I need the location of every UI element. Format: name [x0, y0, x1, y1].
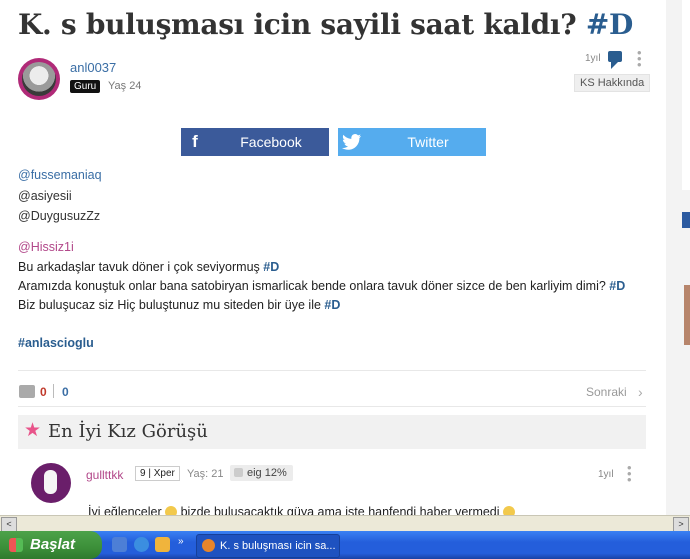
scroll-left-button[interactable]: < [1, 517, 17, 532]
answer-text: İyi eğlenceler bizde bulusacaktık güya a… [88, 505, 516, 515]
horizontal-scrollbar[interactable]: < > [0, 515, 690, 532]
avatar-image [22, 62, 56, 96]
twitter-label: Twitter [407, 134, 449, 150]
level-number: 9 [140, 468, 146, 479]
body-line-3-tag[interactable]: #D [324, 298, 340, 312]
twitter-icon [338, 128, 366, 156]
answer-text-2: bizde bulusacaktık güya ama iste hanfend… [177, 505, 504, 515]
best-answer-header: ★ En İyi Kız Görüşü [18, 415, 646, 449]
page: K. s buluşması icin sayili saat kaldı? #… [0, 0, 666, 515]
question-title: K. s buluşması icin sayili saat kaldı? #… [18, 8, 633, 41]
like-count[interactable]: 0 [40, 385, 47, 399]
body-line-1-tag[interactable]: #D [263, 260, 279, 274]
smile-icon [165, 506, 178, 515]
body-line-1: Bu arkadaşlar tavuk döner i çok seviyorm… [18, 260, 279, 274]
body-line-2: Aramızda konuştuk onlar bana satobiryan … [18, 279, 625, 293]
divider [18, 370, 646, 371]
mention-4[interactable]: @Hissiz1i [18, 240, 74, 254]
taskbar-window-title: K. s buluşması icin sa... [220, 540, 336, 552]
star-icon: ★ [24, 420, 42, 441]
more-icon[interactable]: • • • [627, 461, 632, 486]
next-link[interactable]: Sonraki [586, 385, 627, 399]
start-label: Başlat [30, 536, 76, 553]
answer-time: 1yıl [598, 469, 614, 480]
title-tag[interactable]: #D [586, 8, 633, 41]
mention-2[interactable]: @asiyesii [18, 189, 72, 203]
taskbar-window-button[interactable]: K. s buluşması icin sa... [196, 534, 340, 558]
quicklaunch-media-icon[interactable] [155, 537, 170, 552]
quicklaunch-ie-icon[interactable] [134, 537, 149, 552]
answer-level-badge: 9 | Xper [135, 466, 180, 481]
windows-flag-icon [9, 538, 23, 552]
percent-icon [234, 468, 243, 477]
vote-separator [53, 384, 54, 398]
hashtag[interactable]: #anlascioglu [18, 336, 94, 350]
smile-icon [503, 506, 516, 515]
taskbar: Başlat » K. s buluşması icin sa... [0, 531, 690, 559]
author-age: Yaş 24 [108, 80, 142, 92]
answer-age: Yaş: 21 [187, 468, 224, 480]
facebook-label: Facebook [240, 134, 302, 150]
avatar-image [44, 470, 57, 494]
quicklaunch-chevron[interactable]: » [178, 536, 184, 547]
right-panel-block [682, 0, 690, 190]
divider [18, 406, 646, 407]
right-panel-image[interactable] [684, 285, 690, 345]
answer-percent-badge: eig 12% [230, 465, 293, 481]
firefox-icon [202, 539, 215, 552]
twitter-share-button[interactable]: Twitter [338, 128, 486, 156]
author-badge: Guru [70, 80, 101, 93]
facebook-icon: f [192, 132, 198, 151]
best-answer-label: En İyi Kız Görüşü [48, 421, 208, 442]
chevron-right-icon[interactable]: › [638, 384, 643, 400]
question-time: 1yıl [585, 53, 601, 64]
body-line-3: Biz buluşucaz siz Hiç buluştunuz mu site… [18, 298, 340, 312]
body-line-3-text: Biz buluşucaz siz Hiç buluştunuz mu site… [18, 298, 325, 312]
author-username[interactable]: anl0037 [70, 60, 116, 75]
chat-icon[interactable] [608, 51, 622, 69]
percent-label: eig 12% [247, 467, 287, 479]
dislike-count[interactable]: 0 [62, 385, 69, 399]
body-line-1-text: Bu arkadaşlar tavuk döner i çok seviyorm… [18, 260, 264, 274]
body-line-2-text: Aramızda konuştuk onlar bana satobiryan … [18, 279, 610, 293]
start-button[interactable]: Başlat [0, 531, 102, 559]
answer-username[interactable]: gullttkk [86, 468, 123, 482]
answer-avatar[interactable] [31, 463, 71, 503]
more-icon[interactable]: • • • [637, 46, 642, 71]
level-label: Xper [153, 468, 175, 479]
body-line-2-tag[interactable]: #D [609, 279, 625, 293]
facebook-share-button[interactable]: f Facebook [181, 128, 329, 156]
title-text: K. s buluşması icin sayili saat kaldı? [18, 8, 577, 41]
quicklaunch-desktop-icon[interactable] [112, 537, 127, 552]
thumbs-up-icon[interactable] [19, 385, 35, 398]
topic-tag[interactable]: KS Hakkında [574, 74, 651, 92]
mention-1[interactable]: @fussemaniaq [18, 168, 102, 182]
mention-3[interactable]: @DuygusuzZz [18, 209, 100, 223]
right-panel-icon[interactable] [682, 212, 690, 228]
scroll-right-button[interactable]: > [673, 517, 689, 532]
author-avatar[interactable] [18, 58, 60, 100]
answer-text-1: İyi eğlenceler [88, 505, 166, 515]
